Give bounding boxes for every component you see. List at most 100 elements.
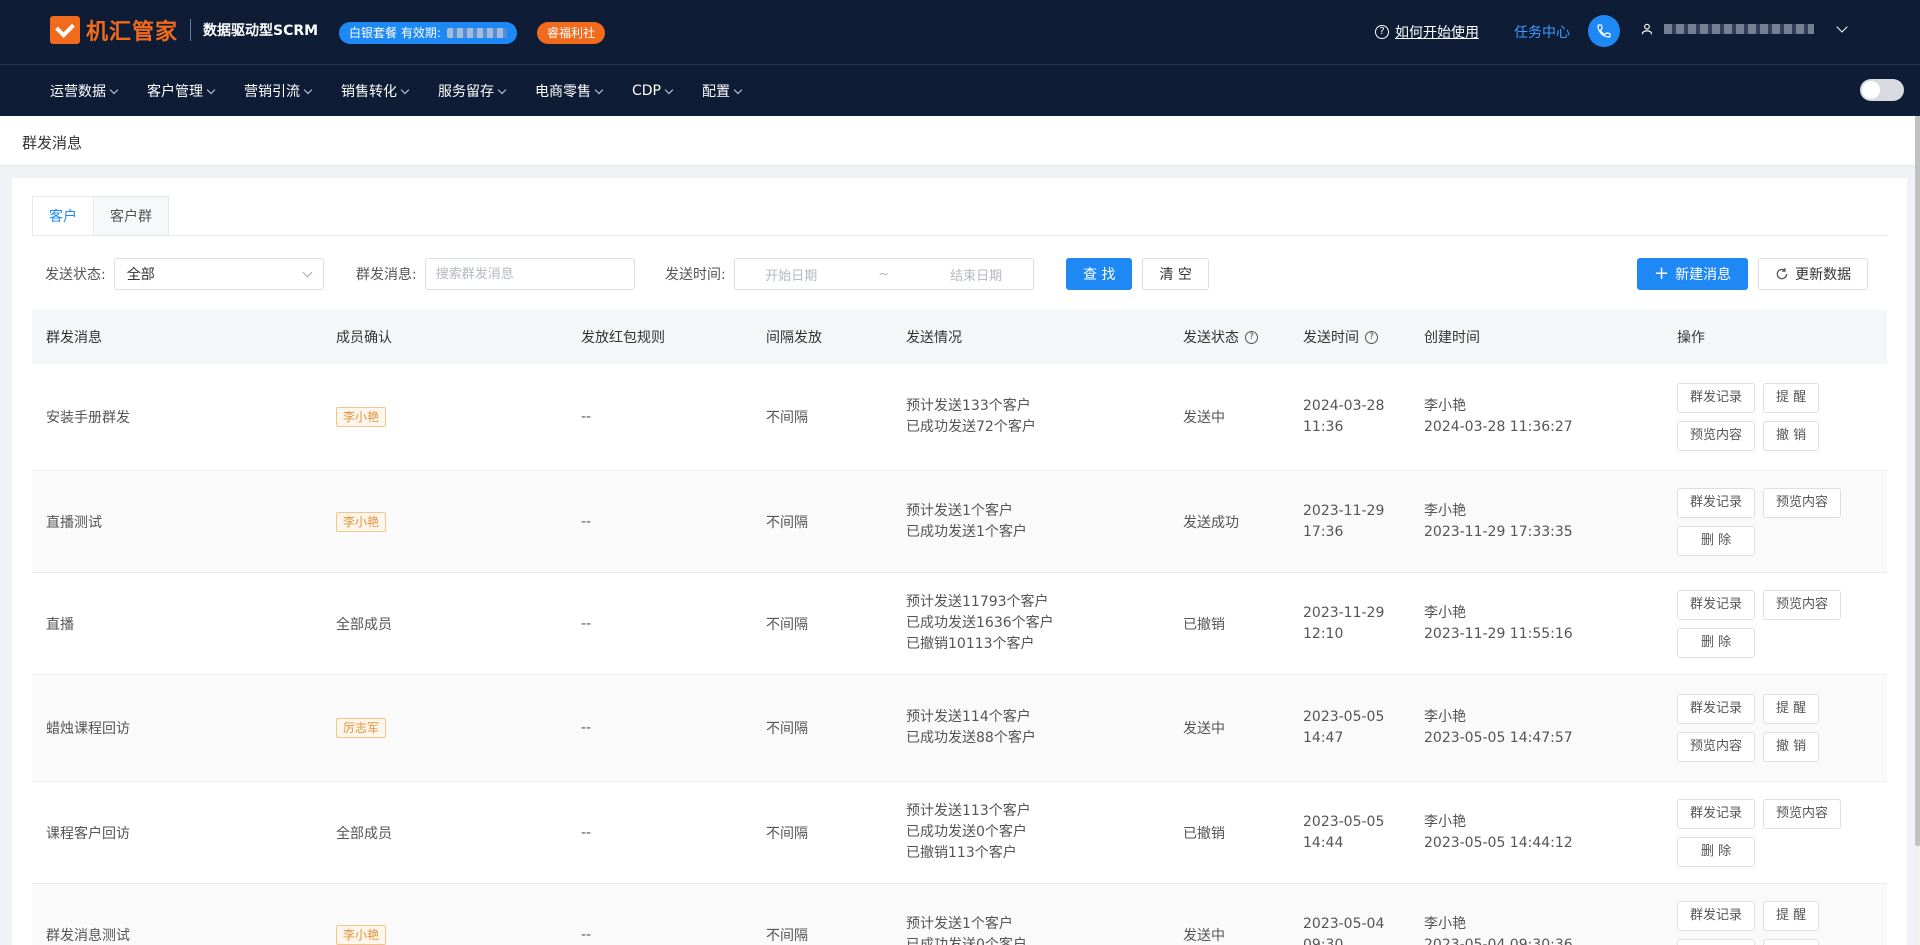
date-range-picker[interactable]: 开始日期 ~ 结束日期 — [733, 258, 1034, 290]
interval-cell: 不间隔 — [752, 614, 892, 634]
send-time: 09:30 — [1303, 936, 1344, 945]
message-name: 直播 — [46, 616, 74, 633]
status-cell: 已撤销 — [1169, 823, 1289, 843]
chevron-down-icon — [400, 85, 410, 94]
help-circle-icon[interactable]: ? — [1245, 330, 1258, 344]
help-link[interactable]: 如何开始使用 — [1395, 22, 1479, 42]
action-button[interactable]: 删 除 — [1677, 627, 1756, 658]
refresh-data-label: 更新数据 — [1795, 267, 1852, 283]
theme-toggle[interactable] — [1860, 79, 1904, 101]
help-link-group[interactable]: ? 如何开始使用 — [1375, 22, 1479, 42]
nav-item[interactable]: 电商零售 — [535, 81, 604, 101]
time-filter-label: 发送时间: — [665, 267, 726, 283]
column-header-label: 间隔发放 — [766, 330, 822, 346]
rule-cell: -- — [567, 720, 752, 736]
interval-value: 不间隔 — [766, 410, 808, 426]
table-row: 安装手册群发 李小艳 -- 不间隔 预计发送133个客户 已成功发送72个客户 发送中 202… — [32, 364, 1887, 471]
send-status: 发送中 — [1183, 927, 1225, 944]
tab-customers[interactable]: 客户 — [32, 196, 94, 236]
task-center-link[interactable]: 任务中心 — [1514, 22, 1570, 42]
scroll-thumb[interactable] — [1915, 116, 1920, 846]
chevron-down-icon — [206, 85, 216, 94]
message-filter: 群发消息: — [356, 258, 635, 290]
send-stat-line: 已成功发送1个客户 — [906, 523, 1027, 540]
send-stats-cell: 预计发送1个客户 已成功发送0个客户 — [892, 914, 1169, 945]
member-text: 全部成员 — [336, 825, 392, 842]
actions-cell: 群发记录提 醒预览内容撤 销 — [1663, 383, 1887, 451]
nav-item-label: 运营数据 — [50, 84, 106, 100]
action-button[interactable]: 提 醒 — [1763, 900, 1820, 931]
action-button[interactable]: 群发记录 — [1677, 589, 1756, 620]
nav-item[interactable]: 服务留存 — [438, 81, 507, 101]
status-cell: 发送中 — [1169, 718, 1289, 738]
action-button[interactable]: 预览内容 — [1677, 421, 1756, 451]
nav-item-label: 营销引流 — [244, 84, 300, 100]
created-time: 2024-03-28 11:36:27 — [1424, 419, 1573, 435]
action-button[interactable]: 群发记录 — [1677, 798, 1756, 829]
action-button[interactable]: 删 除 — [1677, 525, 1756, 556]
action-button[interactable]: 预览内容 — [1763, 798, 1842, 829]
nav-item[interactable]: 运营数据 — [50, 81, 119, 101]
action-button[interactable]: 群发记录 — [1677, 383, 1756, 413]
plan-expiry-redacted — [446, 28, 507, 38]
tab-customer-groups[interactable]: 客户群 — [93, 196, 169, 236]
date-range-separator: ~ — [878, 266, 890, 282]
help-circle-icon: ? — [1375, 25, 1389, 39]
main-nav: 运营数据 客户管理 营销引流 销售转化 服务留存 电商零售 CDP 配置 — [0, 64, 1920, 116]
created-time: 2023-05-04 09:30:36 — [1424, 936, 1573, 945]
action-button[interactable]: 预览内容 — [1677, 732, 1756, 762]
nav-item[interactable]: 配置 — [702, 81, 743, 101]
plan-badge[interactable]: 白银套餐 有效期: — [339, 22, 517, 44]
search-button[interactable]: 查 找 — [1066, 258, 1133, 290]
action-button[interactable]: 撤 销 — [1763, 421, 1820, 451]
action-button[interactable]: 撤 销 — [1763, 938, 1820, 945]
user-name-redacted — [1664, 24, 1814, 34]
refresh-data-button[interactable]: 更新数据 — [1758, 258, 1869, 290]
filter-actions: 查 找 清 空 — [1066, 258, 1209, 290]
rule-cell: -- — [567, 927, 752, 943]
new-message-button[interactable]: + 新建消息 — [1637, 258, 1749, 290]
column-header: 创建时间 — [1410, 327, 1663, 347]
brand-logo[interactable]: 机汇管家 数据驱动型SCRM — [50, 14, 318, 46]
nav-item[interactable]: 营销引流 — [244, 81, 313, 101]
nav-item[interactable]: 销售转化 — [341, 81, 410, 101]
action-button[interactable]: 群发记录 — [1677, 900, 1756, 931]
user-menu[interactable] — [1640, 21, 1848, 36]
action-button[interactable]: 预览内容 — [1763, 589, 1842, 620]
brand-mark-icon — [50, 16, 80, 44]
action-button[interactable]: 群发记录 — [1677, 487, 1756, 518]
send-date: 2023-05-04 — [1303, 915, 1385, 932]
action-button[interactable]: 撤 销 — [1763, 732, 1820, 762]
action-button[interactable]: 预览内容 — [1763, 487, 1842, 518]
phone-button[interactable] — [1588, 15, 1620, 47]
table-row: 直播测试 李小艳 -- 不间隔 预计发送1个客户 已成功发送1个客户 发送成功 2023-11… — [32, 471, 1887, 573]
refresh-icon — [1776, 268, 1788, 280]
help-circle-icon[interactable]: ? — [1365, 330, 1378, 344]
clear-button[interactable]: 清 空 — [1142, 258, 1209, 290]
column-header: 发送时间? — [1289, 327, 1410, 347]
status-select[interactable]: 全部 — [113, 258, 324, 290]
action-button[interactable]: 提 醒 — [1763, 694, 1820, 724]
chevron-down-icon — [1836, 21, 1848, 33]
message-name: 群发消息测试 — [46, 927, 130, 944]
created-cell: 李小艳 2023-05-05 14:44:12 — [1410, 812, 1663, 854]
action-buttons: 群发记录提 醒预览内容撤 销 — [1677, 383, 1887, 451]
action-button[interactable]: 提 醒 — [1763, 383, 1820, 413]
scrollbar[interactable] — [1915, 116, 1920, 945]
start-date-placeholder[interactable]: 开始日期 — [765, 265, 817, 284]
broadcast-table: 群发消息 成员确认 发放红包规则 间隔发放 发送情况 发送状态? 发送时间? 创建时间 操作 安… — [32, 310, 1887, 945]
table-row: 蜡烛课程回访 厉志军 -- 不间隔 预计发送114个客户 已成功发送88个客户 发送中 202… — [32, 675, 1887, 782]
action-button[interactable]: 群发记录 — [1677, 694, 1756, 724]
send-stats-cell: 预计发送113个客户 已成功发送0个客户 已撤销113个客户 — [892, 801, 1169, 864]
message-search-input[interactable] — [424, 258, 635, 290]
message-name-cell: 直播 — [32, 614, 322, 634]
interval-cell: 不间隔 — [752, 718, 892, 738]
nav-item[interactable]: 客户管理 — [147, 81, 216, 101]
welfare-badge[interactable]: 睿福利社 — [537, 22, 606, 44]
action-button[interactable]: 预览内容 — [1677, 938, 1756, 945]
end-date-placeholder[interactable]: 结束日期 — [950, 265, 1002, 284]
message-name: 蜡烛课程回访 — [46, 721, 130, 737]
nav-item[interactable]: CDP — [632, 83, 674, 99]
send-status: 发送中 — [1183, 721, 1225, 737]
action-button[interactable]: 删 除 — [1677, 836, 1756, 867]
